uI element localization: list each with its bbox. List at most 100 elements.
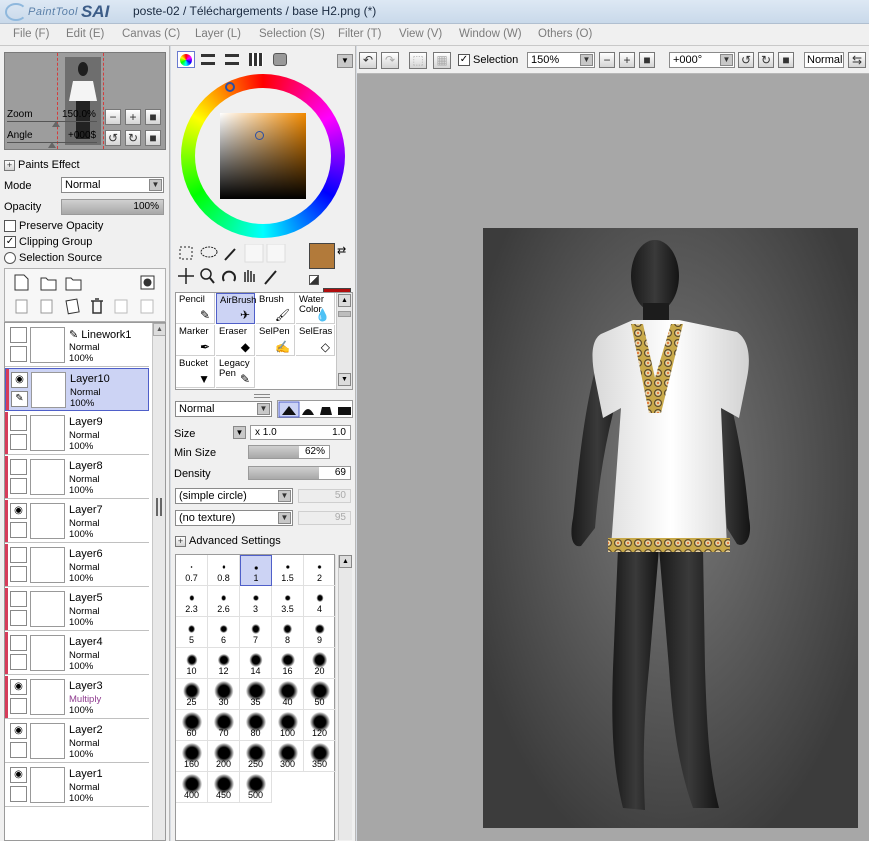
primary-color-swatch[interactable]	[309, 243, 335, 269]
artwork-canvas[interactable]	[483, 228, 858, 828]
menu-view[interactable]: View (V)	[399, 28, 442, 40]
menu-file[interactable]: File (F)	[13, 28, 49, 40]
brush-size-cell[interactable]: 10	[176, 648, 208, 679]
menu-window[interactable]: Window (W)	[459, 28, 522, 40]
layer-row[interactable]: ◉ Layer2 Normal 100%	[5, 720, 149, 763]
tool-pencil[interactable]: Pencil ✎	[176, 293, 215, 324]
brush-size-cell[interactable]: 450	[208, 772, 240, 803]
scratchpad-tab[interactable]	[273, 53, 287, 66]
hand-icon[interactable]	[244, 270, 255, 282]
canvas-zoom-select[interactable]: 150% ▼	[527, 52, 595, 68]
brush-size-cell[interactable]: 350	[304, 741, 336, 772]
move-icon[interactable]	[178, 268, 194, 284]
brush-size-cell[interactable]: 2	[304, 555, 336, 586]
layer-row[interactable]: ◉ Layer3 Multiply 100%	[5, 676, 149, 719]
layer-mode-select[interactable]: Normal ▼	[61, 177, 164, 193]
eye-hidden-icon[interactable]	[10, 415, 27, 431]
brush-size-cell[interactable]: 70	[208, 710, 240, 741]
tool-airbrush[interactable]: AirBrush ✈	[216, 293, 256, 324]
canvas-angle-select[interactable]: +000° ▼	[669, 52, 735, 68]
eyedropper-icon[interactable]	[264, 270, 277, 285]
layer-row[interactable]: ◉ Layer7 Normal 100%	[5, 500, 149, 543]
show-selection-checkbox[interactable]: ✓ Selection	[458, 54, 518, 66]
clipping-group-checkbox[interactable]: ✓ Clipping Group	[4, 236, 92, 248]
flatten-icon[interactable]	[140, 299, 154, 314]
brush-size-cell[interactable]: 30	[208, 679, 240, 710]
brush-size-cell[interactable]: 5	[176, 617, 208, 648]
scroll-thumb[interactable]	[338, 311, 351, 317]
new-folder-icon[interactable]	[65, 277, 82, 291]
tool-water-color[interactable]: Water Color 💧	[296, 293, 335, 324]
canvas-rotate-right-button[interactable]: ↻	[758, 52, 774, 68]
lock-icon[interactable]	[10, 742, 27, 758]
eye-icon[interactable]: ◉	[10, 767, 27, 783]
brush-size-cell[interactable]: 2.6	[208, 586, 240, 617]
eye-hidden-icon[interactable]	[10, 459, 27, 475]
saturation-value-square[interactable]	[220, 113, 306, 199]
lock-icon[interactable]	[10, 346, 27, 362]
brush-size-cell[interactable]: 3.5	[272, 586, 304, 617]
merge-visible-icon[interactable]	[114, 299, 128, 314]
brush-size-cell[interactable]: 9	[304, 617, 336, 648]
brush-size-cell[interactable]: 400	[176, 772, 208, 803]
canvas-zoom-reset-button[interactable]: ■	[639, 52, 655, 68]
rotate-right-button[interactable]: ↻	[125, 130, 141, 146]
reset-colors-icon[interactable]	[309, 275, 319, 285]
zoom-slider-thumb[interactable]	[52, 121, 60, 127]
rotate-reset-button[interactable]: ■	[145, 130, 161, 146]
chevron-down-icon[interactable]: ▼	[337, 54, 353, 68]
angle-slider-thumb[interactable]	[48, 142, 56, 148]
brush-blend-select[interactable]: Normal ▼	[175, 401, 272, 417]
size-bar[interactable]: x 1.0 1.0	[250, 425, 351, 440]
merge-down-icon[interactable]	[40, 299, 53, 314]
min-size-bar[interactable]: 62%	[248, 445, 330, 459]
view-mode-select[interactable]: Normal	[804, 52, 844, 68]
brush-size-cell[interactable]: 250	[240, 741, 272, 772]
brush-size-cell[interactable]: 0.7	[176, 555, 208, 586]
sv-cursor[interactable]	[255, 131, 264, 140]
flip-horizontal-button[interactable]: ⇆	[848, 52, 866, 68]
paints-effect-toggle[interactable]: + Paints Effect	[4, 159, 80, 171]
chevron-down-icon[interactable]: ▼	[233, 426, 246, 439]
brush-size-cell[interactable]: 1	[240, 555, 272, 586]
tool-seleras[interactable]: SelEras ◇	[296, 325, 335, 356]
lock-icon[interactable]	[10, 522, 27, 538]
preserve-opacity-checkbox[interactable]: Preserve Opacity	[4, 220, 103, 232]
invert-selection-button[interactable]: ▦	[433, 52, 451, 69]
zoom-icon[interactable]	[200, 268, 215, 284]
eye-icon[interactable]: ◉	[10, 503, 27, 519]
transfer-down-icon[interactable]	[15, 299, 28, 314]
zoom-out-button[interactable]: −	[105, 109, 121, 125]
lock-icon[interactable]	[10, 478, 27, 494]
swatches-tab[interactable]	[249, 53, 263, 66]
deselect-button[interactable]: ⬚	[409, 52, 427, 69]
brush-size-cell[interactable]: 20	[304, 648, 336, 679]
tip-round-icon[interactable]	[302, 409, 314, 415]
rotate-left-button[interactable]: ↺	[105, 130, 121, 146]
brush-size-cell[interactable]: 60	[176, 710, 208, 741]
brush-size-cell[interactable]: 14	[240, 648, 272, 679]
magic-wand-icon[interactable]	[224, 248, 236, 261]
selection-source-radio[interactable]: Selection Source	[4, 252, 102, 264]
layer-list-scrollbar[interactable]: ▲	[152, 323, 165, 840]
lock-icon[interactable]	[10, 698, 27, 714]
zoom-reset-button[interactable]: ■	[145, 109, 161, 125]
lock-icon[interactable]	[10, 610, 27, 626]
brush-size-cell[interactable]: 50	[304, 679, 336, 710]
layer-row[interactable]: ✎ Linework1 Normal 100%	[5, 324, 149, 367]
brush-size-cell[interactable]: 12	[208, 648, 240, 679]
tool-bucket[interactable]: Bucket ▼	[176, 357, 215, 388]
brush-size-cell[interactable]: 2.3	[176, 586, 208, 617]
layer-row[interactable]: ◉ ✎ Layer10 Normal 100%	[5, 368, 149, 411]
brush-texture-select[interactable]: (no texture) ▼	[175, 510, 293, 526]
canvas-zoom-in-button[interactable]: +	[619, 52, 635, 68]
brush-size-cell[interactable]: 1.5	[272, 555, 304, 586]
layer-row[interactable]: Layer9 Normal 100%	[5, 412, 149, 455]
brush-size-cell[interactable]: 160	[176, 741, 208, 772]
layer-row[interactable]: ◉ Layer1 Normal 100%	[5, 764, 149, 807]
layer-opacity-bar[interactable]: 100%	[61, 199, 164, 215]
redo-button[interactable]: ↷	[381, 52, 399, 69]
tool-selpen[interactable]: SelPen ✍	[256, 325, 295, 356]
hue-cursor[interactable]	[225, 82, 235, 92]
brush-size-cell[interactable]: 200	[208, 741, 240, 772]
